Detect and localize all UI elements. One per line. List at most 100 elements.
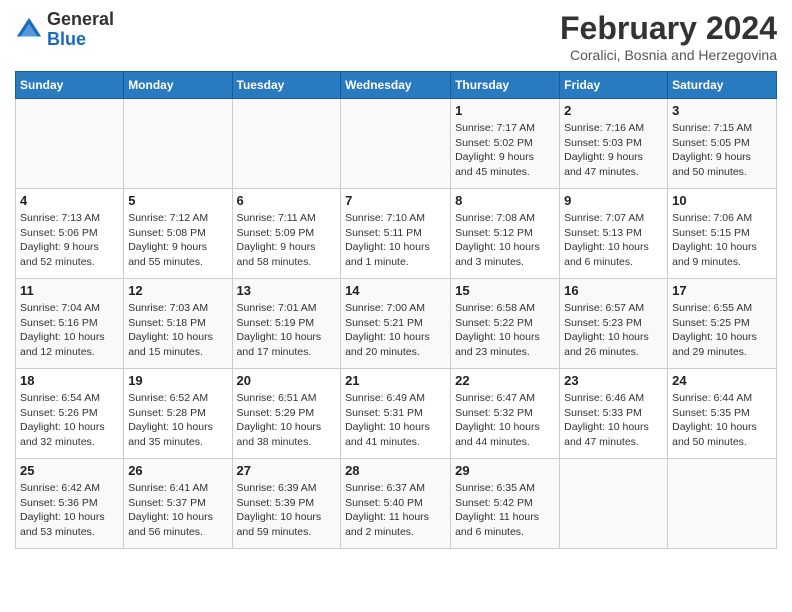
day-info: Sunrise: 7:16 AM Sunset: 5:03 PM Dayligh… <box>564 121 663 180</box>
calendar-week-3: 11 Sunrise: 7:04 AM Sunset: 5:16 PM Dayli… <box>16 279 777 369</box>
day-info: Sunrise: 6:35 AM Sunset: 5:42 PM Dayligh… <box>455 481 555 540</box>
table-row: 25 Sunrise: 6:42 AM Sunset: 5:36 PM Dayli… <box>16 459 124 549</box>
col-friday: Friday <box>560 72 668 99</box>
table-row: 12 Sunrise: 7:03 AM Sunset: 5:18 PM Dayli… <box>124 279 232 369</box>
day-number: 11 <box>20 283 119 298</box>
day-number: 29 <box>455 463 555 478</box>
day-info: Sunrise: 6:42 AM Sunset: 5:36 PM Dayligh… <box>20 481 119 540</box>
table-row: 24Sunrise: 6:44 AM Sunset: 5:35 PM Dayli… <box>668 369 777 459</box>
col-monday: Monday <box>124 72 232 99</box>
day-number: 19 <box>128 373 227 388</box>
table-row: 15Sunrise: 6:58 AM Sunset: 5:22 PM Dayli… <box>451 279 560 369</box>
col-thursday: Thursday <box>451 72 560 99</box>
day-info: Sunrise: 6:57 AM Sunset: 5:23 PM Dayligh… <box>564 301 663 360</box>
day-number: 20 <box>237 373 337 388</box>
day-info: Sunrise: 6:58 AM Sunset: 5:22 PM Dayligh… <box>455 301 555 360</box>
calendar-header-row: Sunday Monday Tuesday Wednesday Thursday… <box>16 72 777 99</box>
day-number: 21 <box>345 373 446 388</box>
day-number: 6 <box>237 193 337 208</box>
day-number: 14 <box>345 283 446 298</box>
day-info: Sunrise: 7:00 AM Sunset: 5:21 PM Dayligh… <box>345 301 446 360</box>
table-row: 10 Sunrise: 7:06 AM Sunset: 5:15 PM Dayli… <box>668 189 777 279</box>
day-info: Sunrise: 6:49 AM Sunset: 5:31 PM Dayligh… <box>345 391 446 450</box>
day-number: 28 <box>345 463 446 478</box>
table-row: 2Sunrise: 7:16 AM Sunset: 5:03 PM Daylig… <box>560 99 668 189</box>
day-number: 27 <box>237 463 337 478</box>
table-row: 29 Sunrise: 6:35 AM Sunset: 5:42 PM Dayli… <box>451 459 560 549</box>
day-number: 23 <box>564 373 663 388</box>
col-sunday: Sunday <box>16 72 124 99</box>
logo-general-text: General <box>47 9 114 29</box>
month-title: February 2024 <box>560 10 777 47</box>
table-row: 23 Sunrise: 6:46 AM Sunset: 5:33 PM Dayli… <box>560 369 668 459</box>
day-number: 25 <box>20 463 119 478</box>
day-number: 22 <box>455 373 555 388</box>
day-info: Sunrise: 6:46 AM Sunset: 5:33 PM Dayligh… <box>564 391 663 450</box>
day-info: Sunrise: 7:01 AM Sunset: 5:19 PM Dayligh… <box>237 301 337 360</box>
day-info: Sunrise: 7:15 AM Sunset: 5:05 PM Dayligh… <box>672 121 772 180</box>
day-number: 10 <box>672 193 772 208</box>
col-saturday: Saturday <box>668 72 777 99</box>
table-row <box>668 459 777 549</box>
day-number: 18 <box>20 373 119 388</box>
day-info: Sunrise: 7:07 AM Sunset: 5:13 PM Dayligh… <box>564 211 663 270</box>
day-info: Sunrise: 7:17 AM Sunset: 5:02 PM Dayligh… <box>455 121 555 180</box>
table-row <box>124 99 232 189</box>
table-row: 11 Sunrise: 7:04 AM Sunset: 5:16 PM Dayli… <box>16 279 124 369</box>
day-info: Sunrise: 7:08 AM Sunset: 5:12 PM Dayligh… <box>455 211 555 270</box>
day-number: 8 <box>455 193 555 208</box>
logo-icon <box>15 16 43 44</box>
calendar-table: Sunday Monday Tuesday Wednesday Thursday… <box>15 71 777 549</box>
day-number: 7 <box>345 193 446 208</box>
day-info: Sunrise: 6:52 AM Sunset: 5:28 PM Dayligh… <box>128 391 227 450</box>
day-info: Sunrise: 7:06 AM Sunset: 5:15 PM Dayligh… <box>672 211 772 270</box>
day-number: 1 <box>455 103 555 118</box>
table-row: 22 Sunrise: 6:47 AM Sunset: 5:32 PM Dayli… <box>451 369 560 459</box>
day-number: 9 <box>564 193 663 208</box>
day-number: 4 <box>20 193 119 208</box>
logo-blue-text: Blue <box>47 29 86 49</box>
table-row: 26Sunrise: 6:41 AM Sunset: 5:37 PM Dayli… <box>124 459 232 549</box>
col-wednesday: Wednesday <box>341 72 451 99</box>
day-number: 12 <box>128 283 227 298</box>
table-row: 20Sunrise: 6:51 AM Sunset: 5:29 PM Dayli… <box>232 369 341 459</box>
day-number: 5 <box>128 193 227 208</box>
table-row <box>341 99 451 189</box>
calendar-week-4: 18 Sunrise: 6:54 AM Sunset: 5:26 PM Dayli… <box>16 369 777 459</box>
table-row: 27 Sunrise: 6:39 AM Sunset: 5:39 PM Dayli… <box>232 459 341 549</box>
table-row <box>16 99 124 189</box>
day-info: Sunrise: 7:10 AM Sunset: 5:11 PM Dayligh… <box>345 211 446 270</box>
table-row: 14 Sunrise: 7:00 AM Sunset: 5:21 PM Dayli… <box>341 279 451 369</box>
day-number: 24 <box>672 373 772 388</box>
day-info: Sunrise: 7:11 AM Sunset: 5:09 PM Dayligh… <box>237 211 337 270</box>
col-tuesday: Tuesday <box>232 72 341 99</box>
table-row: 19 Sunrise: 6:52 AM Sunset: 5:28 PM Dayli… <box>124 369 232 459</box>
table-row: 8 Sunrise: 7:08 AM Sunset: 5:12 PM Daylig… <box>451 189 560 279</box>
day-info: Sunrise: 6:47 AM Sunset: 5:32 PM Dayligh… <box>455 391 555 450</box>
table-row: 21 Sunrise: 6:49 AM Sunset: 5:31 PM Dayli… <box>341 369 451 459</box>
day-info: Sunrise: 7:04 AM Sunset: 5:16 PM Dayligh… <box>20 301 119 360</box>
day-info: Sunrise: 7:12 AM Sunset: 5:08 PM Dayligh… <box>128 211 227 270</box>
day-info: Sunrise: 7:03 AM Sunset: 5:18 PM Dayligh… <box>128 301 227 360</box>
table-row <box>560 459 668 549</box>
logo: General Blue <box>15 10 114 50</box>
table-row: 28 Sunrise: 6:37 AM Sunset: 5:40 PM Dayli… <box>341 459 451 549</box>
day-number: 26 <box>128 463 227 478</box>
day-number: 3 <box>672 103 772 118</box>
calendar-week-1: 1 Sunrise: 7:17 AM Sunset: 5:02 PM Daylig… <box>16 99 777 189</box>
day-info: Sunrise: 6:37 AM Sunset: 5:40 PM Dayligh… <box>345 481 446 540</box>
day-info: Sunrise: 6:54 AM Sunset: 5:26 PM Dayligh… <box>20 391 119 450</box>
location-title: Coralici, Bosnia and Herzegovina <box>560 47 777 63</box>
day-number: 17 <box>672 283 772 298</box>
day-info: Sunrise: 6:55 AM Sunset: 5:25 PM Dayligh… <box>672 301 772 360</box>
day-info: Sunrise: 6:39 AM Sunset: 5:39 PM Dayligh… <box>237 481 337 540</box>
calendar-week-2: 4 Sunrise: 7:13 AM Sunset: 5:06 PM Daylig… <box>16 189 777 279</box>
table-row: 16 Sunrise: 6:57 AM Sunset: 5:23 PM Dayli… <box>560 279 668 369</box>
page-header: General Blue February 2024 Coralici, Bos… <box>15 10 777 63</box>
day-number: 16 <box>564 283 663 298</box>
table-row: 1 Sunrise: 7:17 AM Sunset: 5:02 PM Daylig… <box>451 99 560 189</box>
day-info: Sunrise: 7:13 AM Sunset: 5:06 PM Dayligh… <box>20 211 119 270</box>
table-row: 4 Sunrise: 7:13 AM Sunset: 5:06 PM Daylig… <box>16 189 124 279</box>
table-row: 3 Sunrise: 7:15 AM Sunset: 5:05 PM Daylig… <box>668 99 777 189</box>
table-row: 18 Sunrise: 6:54 AM Sunset: 5:26 PM Dayli… <box>16 369 124 459</box>
